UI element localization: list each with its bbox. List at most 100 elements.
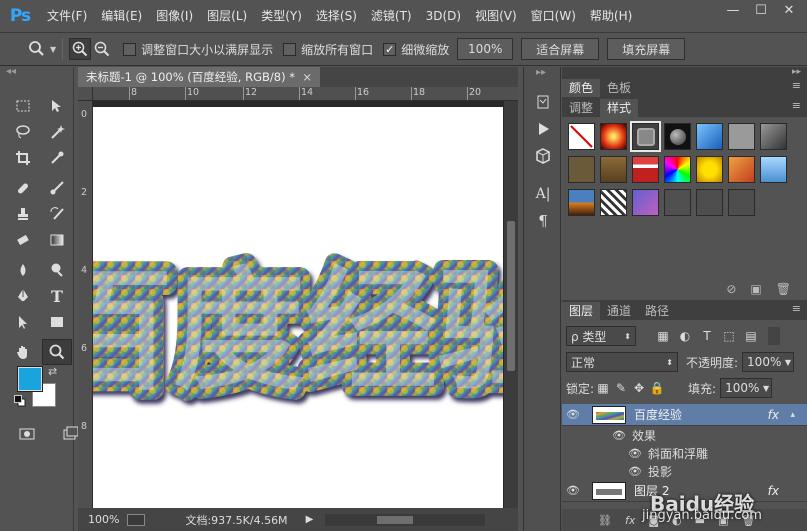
- style-swatch[interactable]: [664, 156, 691, 183]
- layer-fx-icon[interactable]: fx: [768, 484, 779, 498]
- style-swatch[interactable]: [568, 189, 595, 216]
- opacity-input[interactable]: 100% ▼: [742, 352, 795, 372]
- resize-windows-checkbox[interactable]: 调整窗口大小以满屏显示: [123, 41, 273, 58]
- menu-window[interactable]: 窗口(W): [524, 0, 583, 32]
- style-swatch[interactable]: [696, 123, 723, 150]
- lock-transparency-icon[interactable]: ▦: [594, 379, 612, 397]
- panel-menu-icon[interactable]: ≡: [792, 79, 801, 92]
- layer-filter-select[interactable]: ρ 类型 ⬍: [566, 326, 636, 346]
- style-swatch-selected[interactable]: [630, 121, 661, 152]
- dodge-tool-icon[interactable]: [42, 257, 72, 283]
- blend-mode-select[interactable]: 正常 ⬍: [566, 352, 678, 372]
- filter-smart-object-icon[interactable]: ▤: [742, 327, 760, 345]
- status-menu-arrow-icon[interactable]: ▶: [306, 514, 314, 525]
- style-swatch[interactable]: [760, 156, 787, 183]
- tab-channels[interactable]: 通道: [600, 302, 638, 320]
- menu-edit[interactable]: 编辑(E): [94, 0, 149, 32]
- style-swatch[interactable]: [760, 123, 787, 150]
- tab-paths[interactable]: 路径: [638, 302, 676, 320]
- panel-menu-icon[interactable]: ≡: [792, 99, 801, 112]
- style-swatch[interactable]: [600, 156, 627, 183]
- visibility-eye-icon[interactable]: 👁: [628, 465, 642, 478]
- tab-adjustments[interactable]: 调整: [562, 99, 600, 117]
- menu-select[interactable]: 选择(S): [309, 0, 364, 32]
- close-tab-icon[interactable]: ×: [302, 67, 312, 87]
- zoom-100-button[interactable]: 100%: [457, 38, 514, 60]
- foreground-color-swatch[interactable]: [17, 366, 43, 392]
- menu-view[interactable]: 视图(V): [468, 0, 524, 32]
- rectangle-tool-icon[interactable]: [42, 309, 72, 335]
- link-layers-icon[interactable]: ⛓: [598, 514, 612, 527]
- clear-style-icon[interactable]: ⊘: [726, 282, 736, 296]
- tab-swatches[interactable]: 色板: [600, 79, 638, 97]
- filter-shape-icon[interactable]: ⬚: [720, 327, 738, 345]
- paragraph-panel-icon[interactable]: ¶: [524, 208, 562, 234]
- menu-help[interactable]: 帮助(H): [583, 0, 639, 32]
- style-swatch[interactable]: [728, 189, 755, 216]
- filter-image-icon[interactable]: ▦: [654, 327, 672, 345]
- filter-toggle[interactable]: [768, 327, 780, 345]
- delete-style-icon[interactable]: 🗑: [776, 282, 791, 296]
- style-swatch[interactable]: [600, 189, 627, 216]
- restore-button[interactable]: ☐: [749, 2, 773, 18]
- zoom-all-checkbox[interactable]: 缩放所有窗口: [283, 41, 373, 58]
- document-tab[interactable]: 未标题-1 @ 100% (百度经验, RGB/8) * ×: [78, 67, 320, 87]
- fill-screen-button[interactable]: 填充屏幕: [607, 38, 686, 60]
- zoom-tool-icon[interactable]: [42, 339, 72, 365]
- checkbox-box[interactable]: [283, 42, 297, 56]
- menu-type[interactable]: 类型(Y): [254, 0, 309, 32]
- style-swatch[interactable]: [600, 123, 627, 150]
- lock-all-icon[interactable]: 🔒: [648, 379, 666, 397]
- brush-tool-icon[interactable]: [42, 175, 72, 201]
- eyedropper-icon[interactable]: [42, 145, 72, 171]
- history-panel-icon[interactable]: [524, 89, 562, 115]
- blur-tool-icon[interactable]: [8, 257, 38, 283]
- style-swatch[interactable]: [728, 123, 755, 150]
- gradient-tool-icon[interactable]: [42, 227, 72, 253]
- eraser-icon[interactable]: [8, 227, 38, 253]
- menu-image[interactable]: 图像(I): [149, 0, 200, 32]
- checkbox-box[interactable]: [123, 42, 137, 56]
- panel-menu-icon[interactable]: ≡: [792, 302, 801, 315]
- menu-file[interactable]: 文件(F): [40, 0, 94, 32]
- lock-pixels-icon[interactable]: ✎: [612, 379, 630, 397]
- type-tool-icon[interactable]: T: [42, 283, 72, 309]
- scrubby-zoom-checkbox[interactable]: ✓ 细微缩放: [383, 41, 449, 58]
- filter-type-icon[interactable]: T: [698, 327, 716, 345]
- horizontal-scrollbar[interactable]: [325, 513, 486, 526]
- healing-brush-icon[interactable]: [8, 175, 38, 201]
- filter-adjustment-icon[interactable]: ◐: [676, 327, 694, 345]
- menu-layer[interactable]: 图层(L): [200, 0, 254, 32]
- zoom-out-icon[interactable]: [91, 38, 113, 60]
- new-style-icon[interactable]: ▣: [750, 282, 761, 296]
- panel-collapse-icon[interactable]: ▸▸: [524, 67, 560, 81]
- scrollbar-thumb[interactable]: [377, 515, 414, 524]
- add-style-icon[interactable]: fx: [625, 514, 635, 527]
- menu-3d[interactable]: 3D(D): [419, 0, 468, 32]
- tab-styles[interactable]: 样式: [600, 99, 639, 117]
- style-swatch[interactable]: [696, 156, 723, 183]
- panel-collapse-icon[interactable]: ◂◂: [0, 67, 73, 81]
- quick-mask-icon[interactable]: [12, 421, 42, 447]
- close-window-button[interactable]: ✕: [777, 2, 801, 18]
- style-swatch[interactable]: [664, 189, 691, 216]
- clone-stamp-icon[interactable]: [8, 201, 38, 227]
- character-panel-icon[interactable]: A|: [524, 181, 562, 207]
- style-swatch[interactable]: [696, 189, 723, 216]
- preset-dropdown-arrow-icon[interactable]: ▼: [50, 45, 56, 54]
- minimize-button[interactable]: —: [721, 2, 745, 18]
- tab-layers[interactable]: 图层: [562, 302, 601, 320]
- tab-color[interactable]: 颜色: [562, 79, 601, 97]
- pen-tool-icon[interactable]: [8, 283, 38, 309]
- status-proxy-icon[interactable]: [127, 513, 146, 526]
- path-selection-icon[interactable]: [8, 309, 38, 335]
- visibility-eye-icon[interactable]: 👁: [628, 447, 642, 460]
- canvas-area[interactable]: 百度经验 百度经验: [93, 101, 504, 508]
- swap-colors-icon[interactable]: ⇄: [48, 365, 57, 378]
- style-swatch[interactable]: [632, 189, 659, 216]
- menu-filter[interactable]: 滤镜(T): [364, 0, 419, 32]
- expand-effects-icon[interactable]: ▴: [790, 410, 795, 420]
- effect-row[interactable]: 👁 斜面和浮雕: [562, 444, 807, 462]
- lock-position-icon[interactable]: ✥: [630, 379, 648, 397]
- style-swatch[interactable]: [728, 156, 755, 183]
